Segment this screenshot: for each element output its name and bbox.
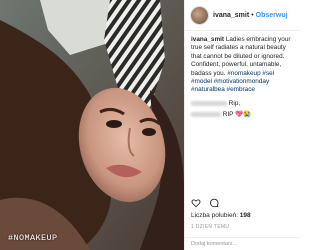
selfie-image — [0, 0, 184, 250]
blurred-username — [191, 100, 227, 106]
caption-hashtags-1[interactable]: #nomakeup #sel — [227, 70, 274, 77]
caption-hashtags-3[interactable]: #embrace — [227, 86, 255, 93]
caption: ivana_smit Ladies embracing your true se… — [191, 36, 294, 95]
avatar[interactable] — [191, 6, 208, 24]
post-header: ivana_smit • Obserwuj — [185, 0, 300, 31]
add-comment-input[interactable]: Dodaj komentarz... — [185, 237, 300, 250]
post-photo[interactable]: #NOMAKEUP — [0, 0, 184, 250]
post-timestamp: 1 DZIEŃ TEMU — [191, 224, 230, 230]
action-bar — [191, 198, 219, 208]
likes-count[interactable]: Liczba polubień: 198 — [191, 212, 251, 219]
heart-icon[interactable] — [191, 198, 201, 208]
likes-label: Liczba polubień: — [191, 212, 238, 219]
separator-dot: • — [251, 11, 254, 19]
follow-button[interactable]: Obserwuj — [256, 12, 288, 19]
caption-username[interactable]: ivana_smit — [191, 36, 224, 43]
comment-text: Rip, — [228, 99, 241, 107]
comment-text: RIP 💖😭 — [222, 111, 252, 119]
post-side-panel: ivana_smit • Obserwuj ivana_smit Ladies … — [184, 0, 300, 250]
blurred-username — [191, 112, 221, 118]
post-body: ivana_smit Ladies embracing your true se… — [185, 31, 300, 192]
photo-overlay-text: #NOMAKEUP — [8, 233, 58, 243]
header-username[interactable]: ivana_smit — [213, 12, 249, 19]
likes-number: 198 — [239, 212, 251, 219]
instagram-post: #NOMAKEUP ivana_smit • Obserwuj ivana_sm… — [0, 0, 300, 250]
comment-icon[interactable] — [209, 198, 219, 208]
comment-row: Rip, — [191, 100, 294, 108]
comment-row: RIP 💖😭 — [191, 111, 294, 119]
